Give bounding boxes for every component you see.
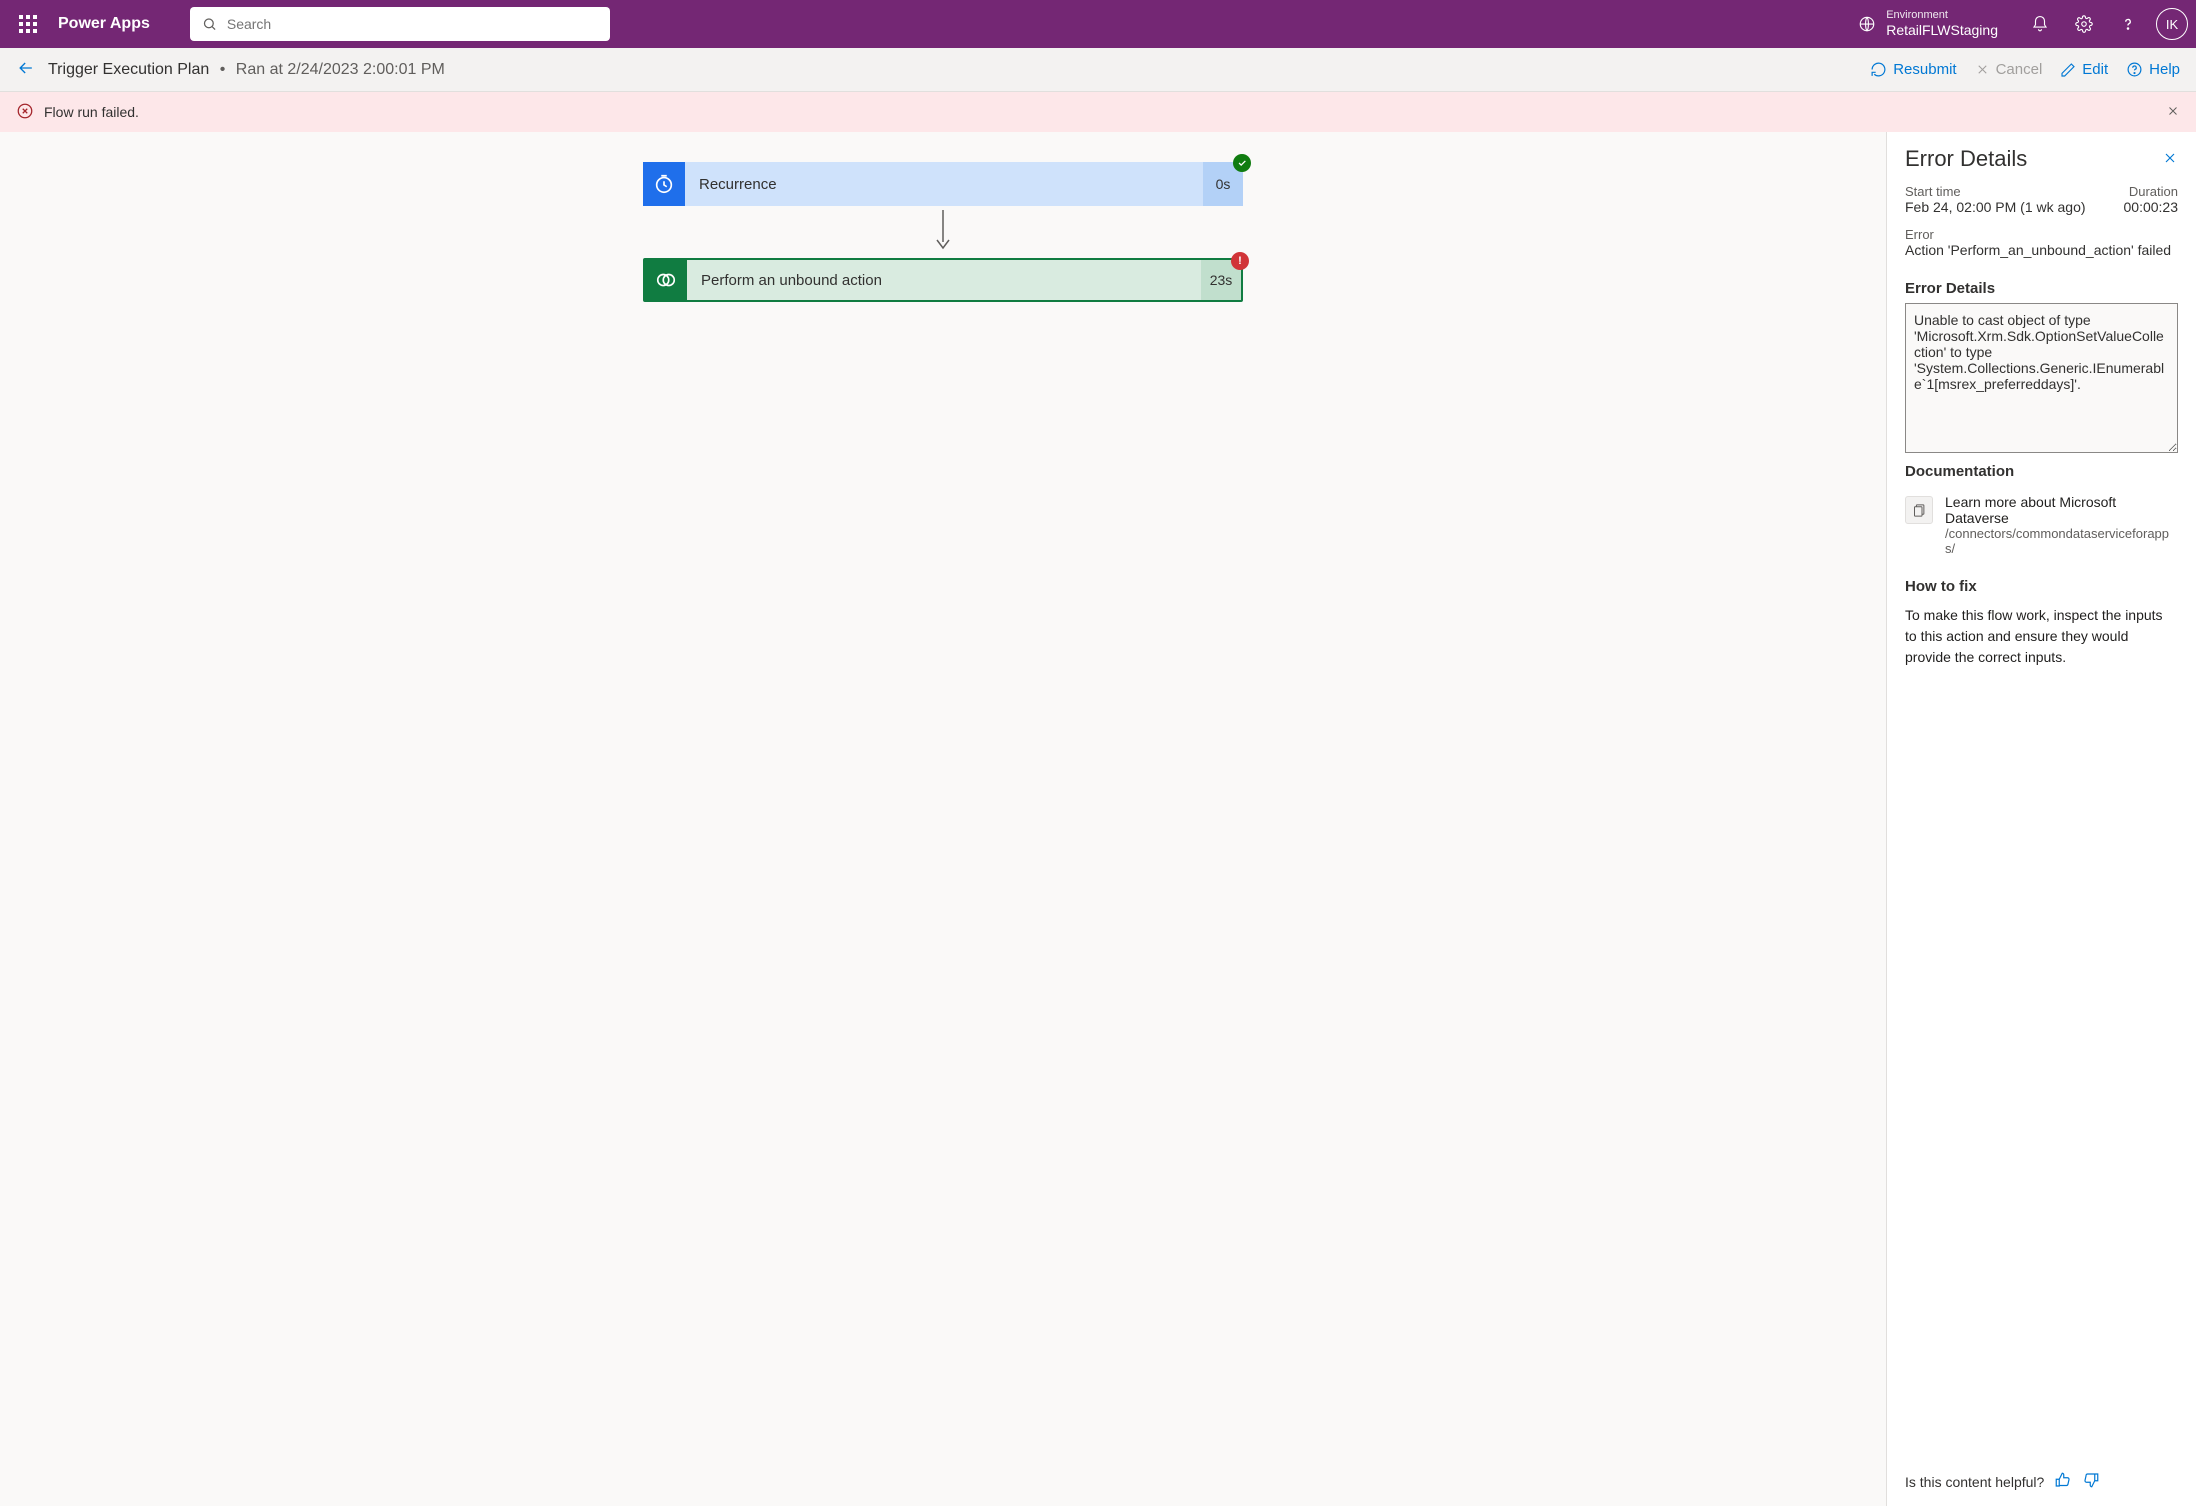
search-input[interactable] [227,16,598,32]
refresh-icon [1870,61,1887,78]
flow-connector [643,206,1243,258]
app-launcher-button[interactable] [8,4,48,44]
arrow-left-icon [16,58,36,78]
breadcrumb: Trigger Execution Plan • Ran at 2/24/202… [48,61,445,79]
panel-title: Error Details [1905,146,2027,172]
thumbs-down-icon [2082,1471,2100,1489]
question-icon [2119,15,2137,33]
flow-step-label: Recurrence [685,162,1203,206]
bell-icon [2031,15,2049,33]
edit-button[interactable]: Edit [2060,61,2108,78]
dataverse-icon [645,260,687,300]
duration-value: 00:00:23 [2124,199,2179,215]
documentation-heading: Documentation [1905,463,2178,480]
panel-close-button[interactable] [2162,150,2178,169]
start-time-label: Start time [1905,184,2108,199]
error-details-text[interactable] [1905,303,2178,453]
thumbs-down-button[interactable] [2082,1471,2100,1492]
error-banner: Flow run failed. [0,92,2196,132]
environment-name: RetailFLWStaging [1886,22,1998,39]
main-area: Recurrence 0s Perform an unbound action … [0,132,2196,1506]
error-label: Error [1905,227,2178,242]
feedback-row: Is this content helpful? [1905,1451,2178,1492]
resubmit-button[interactable]: Resubmit [1870,61,1956,78]
feedback-label: Is this content helpful? [1905,1474,2044,1490]
recurrence-icon [643,162,685,206]
status-error-badge: ! [1231,252,1249,270]
back-button[interactable] [16,58,48,81]
flow-canvas[interactable]: Recurrence 0s Perform an unbound action … [0,132,1886,1506]
how-to-fix-heading: How to fix [1905,578,2178,595]
command-bar: Trigger Execution Plan • Ran at 2/24/202… [0,48,2196,92]
error-value: Action 'Perform_an_unbound_action' faile… [1905,242,2178,258]
waffle-icon [19,15,37,33]
how-to-fix-text: To make this flow work, inspect the inpu… [1905,605,2178,668]
error-banner-text: Flow run failed. [44,104,139,120]
x-icon [1975,62,1990,77]
pencil-icon [2060,62,2076,78]
start-time-value: Feb 24, 02:00 PM (1 wk ago) [1905,199,2108,215]
settings-button[interactable] [2062,2,2106,46]
environment-label: Environment [1886,9,1998,22]
gear-icon [2075,15,2093,33]
user-avatar[interactable]: IK [2156,8,2188,40]
help-circle-icon [2126,61,2143,78]
documentation-path: /connectors/commondataserviceforapps/ [1945,526,2178,556]
search-icon [202,16,217,32]
flow-step-label: Perform an unbound action [687,260,1201,300]
check-icon [1237,158,1247,168]
close-icon [2162,150,2178,166]
duration-label: Duration [2124,184,2179,199]
globe-icon [1858,15,1876,33]
environment-picker[interactable]: Environment RetailFLWStaging [1858,9,1998,39]
close-icon [2166,104,2180,118]
status-success-badge [1233,154,1251,172]
run-timestamp: Ran at 2/24/2023 2:00:01 PM [236,61,445,78]
documentation-link[interactable]: Learn more about Microsoft Dataverse /co… [1905,494,2178,556]
documentation-title: Learn more about Microsoft Dataverse [1945,494,2178,526]
product-name[interactable]: Power Apps [58,15,150,33]
error-details-heading: Error Details [1905,280,2178,297]
flow-step-unbound-action[interactable]: Perform an unbound action 23s ! [643,258,1243,302]
document-icon [1905,496,1933,524]
help-command-button[interactable]: Help [2126,61,2180,78]
help-button[interactable] [2106,2,2150,46]
top-bar: Power Apps Environment RetailFLWStaging … [0,0,2196,48]
cancel-button: Cancel [1975,61,2043,78]
notifications-button[interactable] [2018,2,2062,46]
error-details-panel: Error Details Start time Feb 24, 02:00 P… [1886,132,2196,1506]
banner-close-button[interactable] [2166,104,2180,121]
search-box[interactable] [190,7,610,41]
thumbs-up-icon [2054,1471,2072,1489]
error-circle-icon [16,102,34,123]
flow-title: Trigger Execution Plan [48,61,209,78]
flow-step-recurrence[interactable]: Recurrence 0s [643,162,1243,206]
thumbs-up-button[interactable] [2054,1471,2072,1492]
